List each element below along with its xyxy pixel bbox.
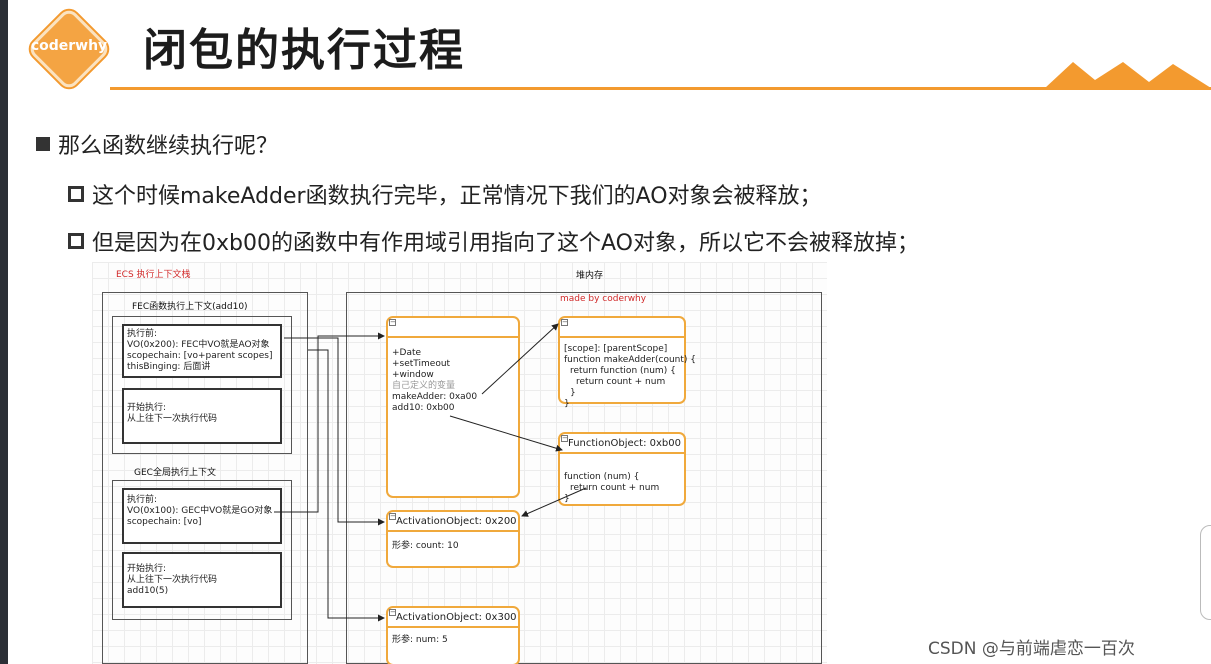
header-divider — [110, 87, 1211, 90]
mountains-decoration — [1045, 62, 1211, 88]
left-gutter — [0, 0, 8, 664]
closure-diagram: ECS 执行上下文栈 堆内存 made by coderwhy FEC函数执行上… — [92, 262, 827, 664]
bullet-sub-2: 但是因为在0xb00的函数中有作用域引用指向了这个AO对象，所以它不会被释放掉； — [68, 225, 919, 257]
diagram-arrows — [274, 323, 587, 622]
side-panel-tab[interactable] — [1200, 525, 1211, 620]
bullet-main-text: 那么函数继续执行呢？ — [58, 134, 279, 159]
bullet-sub-2-text: 但是因为在0xb00的函数中有作用域引用指向了这个AO对象，所以它不会被释放掉； — [92, 231, 919, 256]
bullet-sub-1-text: 这个时候makeAdder函数执行完毕，正常情况下我们的AO对象会被释放； — [92, 184, 822, 209]
logo-text: coderwhy — [30, 38, 108, 54]
coderwhy-logo: coderwhy — [26, 6, 112, 92]
bullet-square-icon — [36, 137, 50, 151]
csdn-watermark: CSDN @与前端虐恋一百次 — [928, 639, 1135, 659]
bullet-main: 那么函数继续执行呢？ — [36, 128, 278, 160]
bullet-hollow-square-icon — [68, 233, 84, 249]
page-title: 闭包的执行过程 — [143, 25, 465, 76]
bullet-sub-1: 这个时候makeAdder函数执行完毕，正常情况下我们的AO对象会被释放； — [68, 178, 822, 210]
bullet-hollow-square-icon — [68, 186, 84, 202]
